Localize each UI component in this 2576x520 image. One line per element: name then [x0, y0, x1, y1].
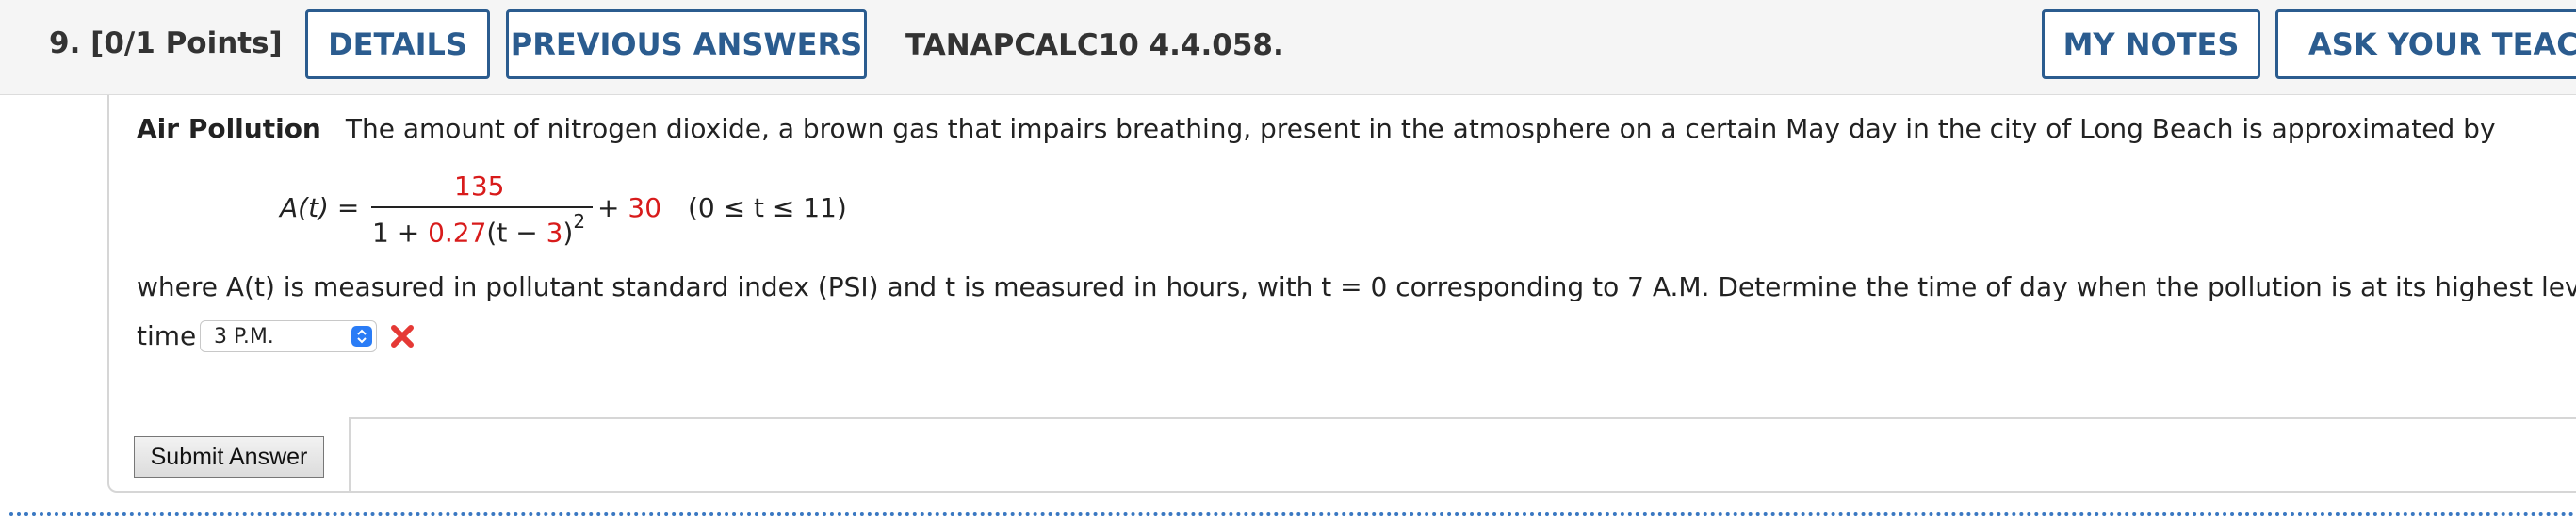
- points-text: [0/1 Points]: [90, 26, 283, 60]
- submit-area-top-border: [349, 417, 2576, 419]
- submit-area-divider: [349, 417, 351, 493]
- formula-denominator: 1 + 0.27(t − 3)2: [372, 210, 585, 249]
- ask-teacher-button[interactable]: ASK YOUR TEACHE: [2275, 9, 2576, 79]
- details-button[interactable]: DETAILS: [305, 9, 490, 79]
- problem-question: where A(t) is measured in pollutant stan…: [137, 271, 2576, 302]
- problem-intro-text: The amount of nitrogen dioxide, a brown …: [345, 113, 2496, 144]
- formula-constant-term: + 30: [597, 192, 661, 223]
- formula-constant: 30: [628, 192, 662, 223]
- question-code: TANAPCALC10 4.4.058.: [905, 28, 1284, 62]
- question-header: 9. [0/1 Points] DETAILS PREVIOUS ANSWERS…: [0, 0, 2576, 95]
- question-number-text: 9.: [49, 26, 81, 60]
- question-number: 9. [0/1 Points]: [49, 26, 283, 60]
- formula-plus: +: [597, 192, 628, 223]
- question-page: 9. [0/1 Points] DETAILS PREVIOUS ANSWERS…: [0, 0, 2576, 520]
- time-select[interactable]: 3 P.M.: [200, 320, 377, 352]
- denominator-suffix: ): [562, 217, 574, 249]
- problem-intro: Air Pollution The amount of nitrogen diox…: [137, 113, 2496, 144]
- formula-lhs-text: A(t) =: [280, 192, 360, 223]
- fraction-bar: [371, 206, 593, 208]
- answer-label: time: [137, 320, 197, 351]
- my-notes-button[interactable]: MY NOTES: [2042, 9, 2260, 79]
- problem-title: Air Pollution: [137, 113, 321, 144]
- previous-answers-button[interactable]: PREVIOUS ANSWERS: [506, 9, 867, 79]
- submit-answer-button[interactable]: Submit Answer: [134, 436, 324, 478]
- denominator-mid: (t −: [486, 217, 546, 249]
- incorrect-x-icon: [388, 322, 416, 350]
- formula-lhs: A(t) =: [280, 192, 359, 223]
- time-select-value: 3 P.M.: [214, 325, 274, 349]
- denominator-exponent: 2: [573, 210, 586, 233]
- select-arrows-icon: [351, 326, 372, 347]
- denominator-shift: 3: [546, 217, 563, 249]
- formula-numerator: 135: [454, 171, 505, 202]
- question-separator: [9, 512, 2576, 516]
- denominator-prefix: 1 +: [372, 217, 429, 249]
- formula-domain: (0 ≤ t ≤ 11): [688, 192, 847, 223]
- denominator-coefficient: 0.27: [428, 217, 487, 249]
